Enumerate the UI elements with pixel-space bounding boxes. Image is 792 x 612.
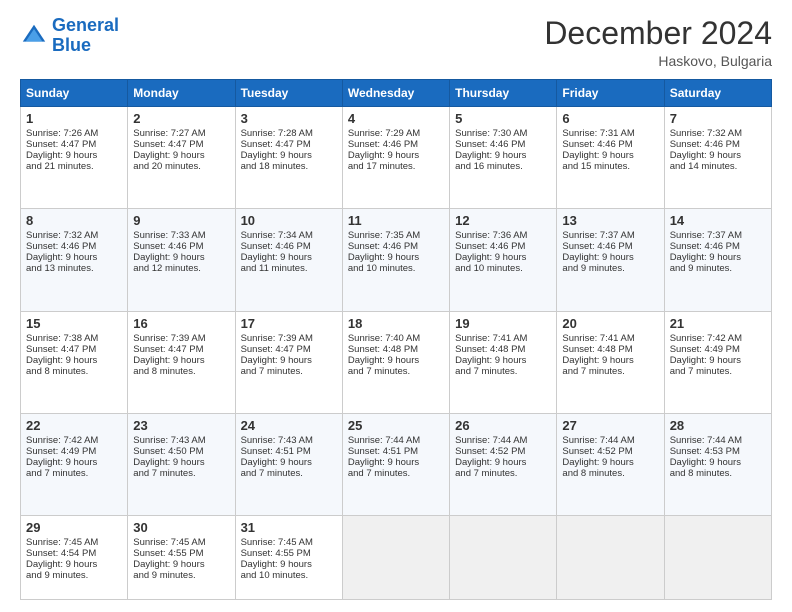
table-row: 15Sunrise: 7:38 AMSunset: 4:47 PMDayligh… — [21, 311, 128, 413]
calendar-table: Sunday Monday Tuesday Wednesday Thursday… — [20, 79, 772, 600]
table-row: 13Sunrise: 7:37 AMSunset: 4:46 PMDayligh… — [557, 209, 664, 311]
table-row: 1Sunrise: 7:26 AMSunset: 4:47 PMDaylight… — [21, 107, 128, 209]
header-sunday: Sunday — [21, 80, 128, 107]
header: General Blue December 2024 Haskovo, Bulg… — [20, 16, 772, 69]
calendar-header-row: Sunday Monday Tuesday Wednesday Thursday… — [21, 80, 772, 107]
table-row: 21Sunrise: 7:42 AMSunset: 4:49 PMDayligh… — [664, 311, 771, 413]
title-block: December 2024 Haskovo, Bulgaria — [544, 16, 772, 69]
table-row: 6Sunrise: 7:31 AMSunset: 4:46 PMDaylight… — [557, 107, 664, 209]
table-row: 25Sunrise: 7:44 AMSunset: 4:51 PMDayligh… — [342, 414, 449, 516]
table-row: 28Sunrise: 7:44 AMSunset: 4:53 PMDayligh… — [664, 414, 771, 516]
table-row: 8Sunrise: 7:32 AMSunset: 4:46 PMDaylight… — [21, 209, 128, 311]
table-row: 22Sunrise: 7:42 AMSunset: 4:49 PMDayligh… — [21, 414, 128, 516]
table-row: 29Sunrise: 7:45 AMSunset: 4:54 PMDayligh… — [21, 516, 128, 600]
table-row: 19Sunrise: 7:41 AMSunset: 4:48 PMDayligh… — [450, 311, 557, 413]
location: Haskovo, Bulgaria — [544, 53, 772, 69]
table-row — [450, 516, 557, 600]
header-wednesday: Wednesday — [342, 80, 449, 107]
table-row — [342, 516, 449, 600]
table-row — [557, 516, 664, 600]
header-monday: Monday — [128, 80, 235, 107]
table-row: 5Sunrise: 7:30 AMSunset: 4:46 PMDaylight… — [450, 107, 557, 209]
table-row: 4Sunrise: 7:29 AMSunset: 4:46 PMDaylight… — [342, 107, 449, 209]
table-row: 14Sunrise: 7:37 AMSunset: 4:46 PMDayligh… — [664, 209, 771, 311]
header-thursday: Thursday — [450, 80, 557, 107]
table-row: 7Sunrise: 7:32 AMSunset: 4:46 PMDaylight… — [664, 107, 771, 209]
logo-text: General Blue — [52, 16, 119, 56]
table-row: 23Sunrise: 7:43 AMSunset: 4:50 PMDayligh… — [128, 414, 235, 516]
table-row: 26Sunrise: 7:44 AMSunset: 4:52 PMDayligh… — [450, 414, 557, 516]
table-row: 11Sunrise: 7:35 AMSunset: 4:46 PMDayligh… — [342, 209, 449, 311]
table-row: 9Sunrise: 7:33 AMSunset: 4:46 PMDaylight… — [128, 209, 235, 311]
table-row: 12Sunrise: 7:36 AMSunset: 4:46 PMDayligh… — [450, 209, 557, 311]
table-row: 27Sunrise: 7:44 AMSunset: 4:52 PMDayligh… — [557, 414, 664, 516]
logo: General Blue — [20, 16, 119, 56]
table-row: 17Sunrise: 7:39 AMSunset: 4:47 PMDayligh… — [235, 311, 342, 413]
table-row: 3Sunrise: 7:28 AMSunset: 4:47 PMDaylight… — [235, 107, 342, 209]
table-row: 16Sunrise: 7:39 AMSunset: 4:47 PMDayligh… — [128, 311, 235, 413]
header-friday: Friday — [557, 80, 664, 107]
table-row: 18Sunrise: 7:40 AMSunset: 4:48 PMDayligh… — [342, 311, 449, 413]
page: General Blue December 2024 Haskovo, Bulg… — [0, 0, 792, 612]
table-row: 30Sunrise: 7:45 AMSunset: 4:55 PMDayligh… — [128, 516, 235, 600]
header-tuesday: Tuesday — [235, 80, 342, 107]
table-row: 2Sunrise: 7:27 AMSunset: 4:47 PMDaylight… — [128, 107, 235, 209]
table-row: 24Sunrise: 7:43 AMSunset: 4:51 PMDayligh… — [235, 414, 342, 516]
month-title: December 2024 — [544, 16, 772, 51]
table-row: 20Sunrise: 7:41 AMSunset: 4:48 PMDayligh… — [557, 311, 664, 413]
table-row: 10Sunrise: 7:34 AMSunset: 4:46 PMDayligh… — [235, 209, 342, 311]
header-saturday: Saturday — [664, 80, 771, 107]
table-row — [664, 516, 771, 600]
table-row: 31Sunrise: 7:45 AMSunset: 4:55 PMDayligh… — [235, 516, 342, 600]
logo-icon — [20, 22, 48, 50]
